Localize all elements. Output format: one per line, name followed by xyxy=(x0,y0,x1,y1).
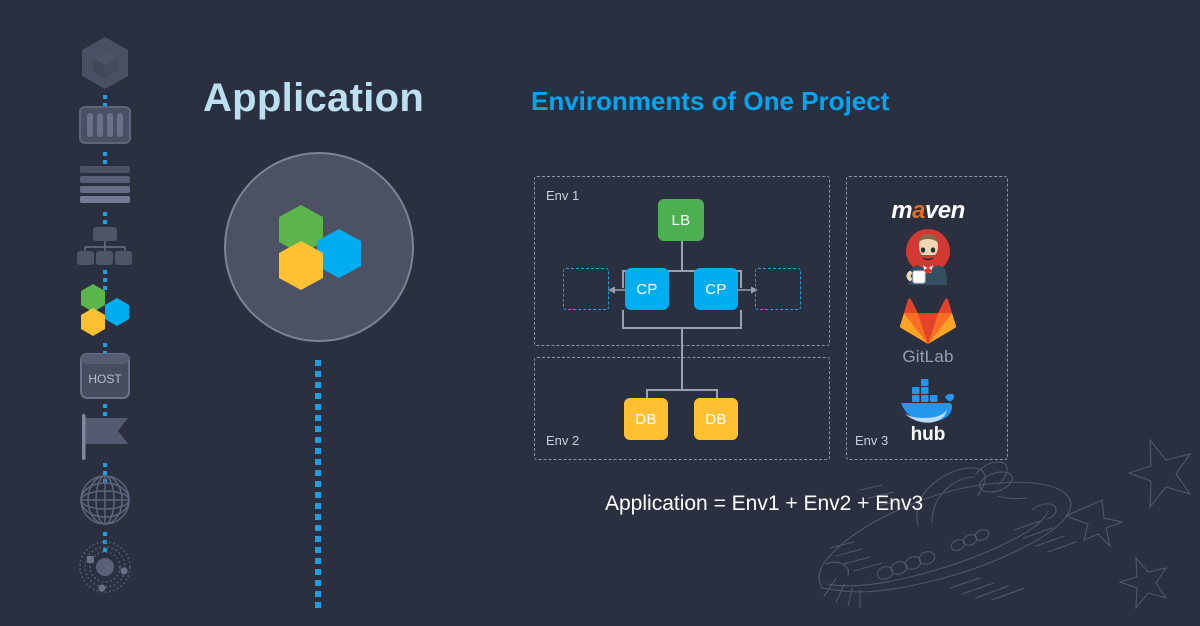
sidebar-item-atom-orbit[interactable] xyxy=(0,540,210,594)
connector-dot xyxy=(315,514,321,520)
connector-dot xyxy=(103,463,107,467)
flag-icon xyxy=(82,414,128,460)
application-hexagon-cluster xyxy=(279,205,361,290)
env3-container: maven GitLab hub xyxy=(846,176,1008,460)
connector-dot xyxy=(315,602,321,608)
connector-dot xyxy=(315,393,321,399)
application-dotted-connector xyxy=(314,360,322,608)
sidebar-item-flag[interactable] xyxy=(0,414,210,460)
connector-dot xyxy=(315,569,321,575)
edge-cp-left-down xyxy=(622,310,624,328)
node-cp-left[interactable]: CP xyxy=(625,268,669,310)
connector-dot xyxy=(103,278,107,282)
atom-orbit-icon xyxy=(79,541,131,593)
connector-dot xyxy=(315,580,321,586)
connector-dot xyxy=(315,525,321,531)
sidebar-item-globe[interactable] xyxy=(0,474,210,526)
connector-dot xyxy=(315,415,321,421)
connector-dot xyxy=(315,459,321,465)
placeholder-right[interactable] xyxy=(755,268,801,310)
edge-cp-right-down xyxy=(740,310,742,328)
connector-dot xyxy=(103,532,107,536)
env3-label: Env 3 xyxy=(855,433,889,448)
gitlab-fox-icon xyxy=(900,298,956,344)
connector-dot xyxy=(315,492,321,498)
formula-text: Application = Env1 + Env2 + Env3 xyxy=(605,492,924,515)
connector-dot xyxy=(315,404,321,410)
pipeline-sidebar: HOST xyxy=(0,0,210,626)
layers-stack-icon xyxy=(80,166,130,203)
connector-dot xyxy=(103,152,107,156)
sidebar-item-hex-cluster[interactable] xyxy=(0,284,210,336)
connector-dot xyxy=(315,437,321,443)
edge-to-env2 xyxy=(681,327,683,390)
connector-dot xyxy=(103,270,107,274)
env1-label: Env 1 xyxy=(546,188,580,203)
connector-dot xyxy=(315,536,321,542)
connector-dot xyxy=(103,160,107,164)
sidebar-item-hexagon-cube[interactable] xyxy=(0,35,210,91)
node-cp-right[interactable]: CP xyxy=(694,268,738,310)
maven-wordmark: maven xyxy=(891,197,965,225)
hexagon-cube-icon xyxy=(82,37,128,89)
sidebar-item-host[interactable]: HOST xyxy=(0,352,210,400)
env2-label: Env 2 xyxy=(546,433,580,448)
gitlab-wordmark: GitLab xyxy=(902,347,954,366)
edge-lb-bus xyxy=(681,241,683,271)
connector-dot xyxy=(315,448,321,454)
maven-text-left: m xyxy=(891,197,913,224)
connector-dot xyxy=(315,426,321,432)
host-label: HOST xyxy=(88,372,122,386)
connector-dot xyxy=(315,591,321,597)
globe-icon xyxy=(80,475,130,525)
connector-dot xyxy=(315,503,321,509)
server-rack-icon xyxy=(79,106,131,144)
node-lb[interactable]: LB xyxy=(658,199,704,241)
section-title-environments: Environments of One Project xyxy=(531,86,890,116)
hierarchy-icon xyxy=(77,227,132,265)
connector-dot xyxy=(315,470,321,476)
jenkins-butler-icon xyxy=(906,229,950,285)
page-title: Application xyxy=(203,76,425,120)
sidebar-item-layers-stack[interactable] xyxy=(0,166,210,204)
connector-dot xyxy=(103,95,107,99)
yellow-hexagon xyxy=(279,241,323,290)
maven-text-right: ven xyxy=(924,197,965,224)
connector-dot xyxy=(103,212,107,216)
connector-dot xyxy=(315,558,321,564)
hexagon-cluster-icon xyxy=(81,284,129,336)
docker-whale-icon xyxy=(901,379,955,423)
connector-dot xyxy=(315,371,321,377)
host-icon: HOST xyxy=(80,353,130,399)
maven-text-accent: a xyxy=(912,197,925,224)
sidebar-item-server-rack[interactable] xyxy=(0,105,210,145)
blue-hexagon xyxy=(317,229,361,278)
slide-canvas: HOST Application Environments of One Pro… xyxy=(0,0,1200,626)
connector-dot xyxy=(103,343,107,347)
placeholder-left[interactable] xyxy=(563,268,609,310)
connector-dot xyxy=(103,220,107,224)
connector-dot xyxy=(315,547,321,553)
connector-dot xyxy=(315,382,321,388)
node-db-right[interactable]: DB xyxy=(694,398,738,440)
connector-dot xyxy=(315,360,321,366)
node-db-left[interactable]: DB xyxy=(624,398,668,440)
gitlab-logo[interactable]: GitLab xyxy=(847,292,1009,367)
maven-logo[interactable]: maven xyxy=(847,197,1009,225)
jenkins-logo[interactable] xyxy=(847,227,1009,285)
docker-hub-wordmark: hub xyxy=(910,424,946,445)
connector-dot xyxy=(315,481,321,487)
sidebar-item-org-hierarchy[interactable] xyxy=(0,226,210,266)
edge-db-bus xyxy=(646,389,717,391)
connector-dot xyxy=(103,404,107,408)
